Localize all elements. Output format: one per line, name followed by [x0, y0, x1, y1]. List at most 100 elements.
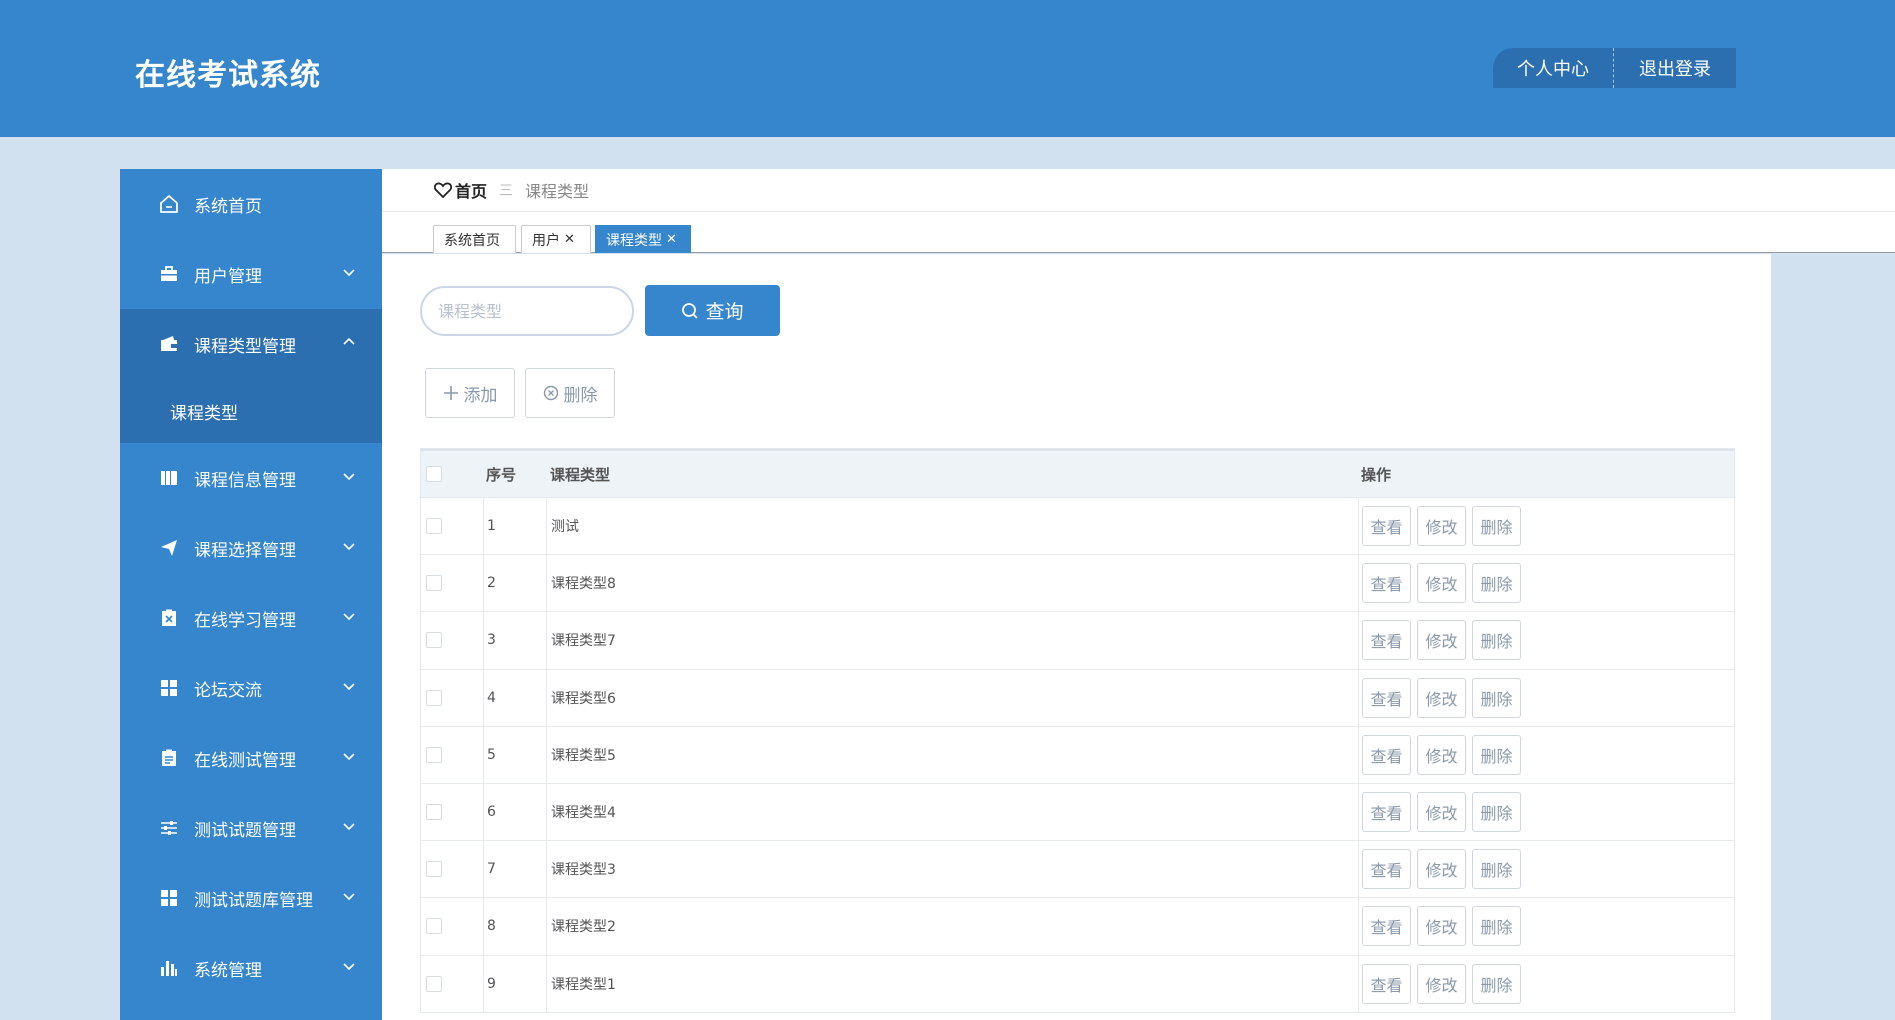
sidebar-item-course-selection-management[interactable]: 课程选择管理 [120, 513, 382, 583]
sidebar-item-home[interactable]: 系统首页 [120, 169, 382, 239]
delete-button[interactable]: 删除 [1472, 792, 1521, 833]
search-input[interactable] [420, 286, 634, 336]
delete-button[interactable]: 删除 [1472, 906, 1521, 947]
sidebar-item-online-test-management[interactable]: 在线测试管理 [120, 723, 382, 793]
edit-button[interactable]: 修改 [1417, 677, 1466, 718]
edit-button[interactable]: 修改 [1417, 906, 1466, 947]
edit-button[interactable]: 修改 [1417, 849, 1466, 890]
row-checkbox[interactable] [426, 804, 442, 821]
delete-button[interactable]: 删除 [1472, 734, 1521, 775]
delete-button[interactable]: 删除 [1472, 849, 1521, 890]
heart-icon [434, 182, 452, 198]
profile-button[interactable]: 个人中心 [1493, 48, 1614, 88]
table-row: 2 课程类型8 查看 修改 删除 [421, 554, 1734, 612]
chevron-down-icon [343, 683, 355, 691]
table-row: 3 课程类型7 查看 修改 删除 [421, 611, 1734, 669]
row-course-type: 测试 [546, 498, 1358, 555]
sidebar-item-course-info-management[interactable]: 课程信息管理 [120, 443, 382, 513]
header-actions: 个人中心 退出登录 [1493, 48, 1736, 88]
row-checkbox[interactable] [426, 575, 442, 592]
edit-button[interactable]: 修改 [1417, 506, 1466, 547]
row-course-type: 课程类型7 [546, 612, 1358, 669]
row-checkbox[interactable] [426, 746, 442, 763]
row-checkbox[interactable] [426, 975, 442, 992]
sidebar-item-label: 测试试题库管理 [194, 890, 313, 911]
main-panel: 首页 三 课程类型 系统首页 用户 ✕ 课程类型 ✕ 查询 添加 删除 [382, 169, 1895, 1020]
search-icon [682, 302, 699, 319]
logout-button[interactable]: 退出登录 [1614, 48, 1736, 88]
course-type-table: 序号 课程类型 操作 1 测试 查看 修改 删除 2 课程类型8 查看 修改 删除 3 课程类型7 查看… [420, 448, 1735, 1013]
delete-button[interactable]: 删除 [1472, 620, 1521, 661]
sidebar-item-user-management[interactable]: 用户管理 [120, 239, 382, 309]
row-checkbox[interactable] [426, 861, 442, 878]
tab-home[interactable]: 系统首页 [433, 225, 516, 253]
close-icon[interactable]: ✕ [564, 232, 575, 247]
table-row: 5 课程类型5 查看 修改 删除 [421, 725, 1734, 783]
delete-button[interactable]: 删除 [1472, 506, 1521, 547]
sidebar-item-forum[interactable]: 论坛交流 [120, 653, 382, 723]
view-button[interactable]: 查看 [1362, 563, 1411, 604]
edit-button[interactable]: 修改 [1417, 563, 1466, 604]
circle-x-icon [543, 385, 558, 401]
delete-button[interactable]: 删除 [1472, 963, 1521, 1004]
edit-button[interactable]: 修改 [1417, 620, 1466, 661]
row-checkbox[interactable] [426, 632, 442, 649]
table-header: 序号 课程类型 操作 [421, 449, 1734, 497]
table-row: 7 课程类型3 查看 修改 删除 [421, 840, 1734, 898]
breadcrumb-current: 课程类型 [525, 182, 590, 201]
grid-icon [158, 677, 180, 699]
grid-icon [158, 887, 180, 909]
table-row: 6 课程类型4 查看 修改 删除 [421, 782, 1736, 841]
row-actions: 查看 修改 删除 [1358, 783, 1736, 841]
sidebar-item-question-bank-management[interactable]: 测试试题库管理 [120, 863, 382, 933]
tab-user[interactable]: 用户 ✕ [521, 225, 591, 253]
chevron-down-icon [343, 543, 355, 551]
select-all-checkbox[interactable] [426, 466, 442, 482]
add-button[interactable]: 添加 [425, 368, 515, 418]
row-checkbox[interactable] [426, 518, 442, 535]
table-row: 9 课程类型1 查看 修改 删除 [421, 954, 1734, 1012]
tab-course-type[interactable]: 课程类型 ✕ [595, 225, 691, 253]
row-checkbox[interactable] [426, 918, 442, 935]
breadcrumb-home[interactable]: 首页 [434, 178, 487, 202]
batch-delete-button[interactable]: 删除 [525, 368, 615, 418]
clipboard-icon [158, 747, 180, 769]
delete-button[interactable]: 删除 [1472, 563, 1521, 604]
sidebar-item-course-type-management[interactable]: 课程类型管理 [120, 309, 382, 379]
sidebar-item-test-question-management[interactable]: 测试试题管理 [120, 793, 382, 863]
sidebar-item-online-study-management[interactable]: 在线学习管理 [120, 583, 382, 653]
app-title: 在线考试系统 [135, 58, 321, 93]
breadcrumb-home-label: 首页 [455, 182, 488, 201]
sidebar-item-label: 用户管理 [194, 266, 262, 287]
row-num: 9 [483, 955, 546, 1012]
edit-button[interactable]: 修改 [1417, 963, 1466, 1004]
table-row: 4 课程类型6 查看 修改 删除 [421, 668, 1734, 726]
chevron-down-icon [343, 963, 355, 971]
bar-chart-icon [158, 957, 180, 979]
row-course-type: 课程类型8 [546, 555, 1358, 612]
row-checkbox[interactable] [426, 689, 442, 706]
chevron-down-icon [343, 823, 355, 831]
row-num: 8 [483, 898, 546, 955]
sidebar-item-system-management[interactable]: 系统管理 [120, 933, 382, 1003]
view-button[interactable]: 查看 [1362, 734, 1411, 775]
delete-button[interactable]: 删除 [1472, 677, 1521, 718]
view-button[interactable]: 查看 [1362, 506, 1411, 547]
edit-button[interactable]: 修改 [1417, 792, 1466, 833]
edit-button[interactable]: 修改 [1417, 734, 1466, 775]
sidebar-item-label: 系统首页 [194, 196, 262, 217]
view-button[interactable]: 查看 [1362, 849, 1411, 890]
search-button[interactable]: 查询 [645, 285, 780, 336]
view-button[interactable]: 查看 [1362, 620, 1411, 661]
sidebar-item-label: 在线测试管理 [194, 750, 296, 771]
chevron-down-icon [343, 613, 355, 621]
view-button[interactable]: 查看 [1362, 677, 1411, 718]
sidebar-subitem-course-type[interactable]: 课程类型 [120, 379, 382, 443]
view-button[interactable]: 查看 [1362, 792, 1411, 833]
view-button[interactable]: 查看 [1362, 906, 1411, 947]
view-button[interactable]: 查看 [1362, 963, 1411, 1004]
table-body: 1 测试 查看 修改 删除 2 课程类型8 查看 修改 删除 3 课程类型7 查看 修改 删除 4 课程类型6 查… [421, 497, 1734, 1012]
wallet-icon [158, 333, 180, 355]
send-icon [158, 537, 180, 559]
close-icon[interactable]: ✕ [666, 232, 677, 247]
